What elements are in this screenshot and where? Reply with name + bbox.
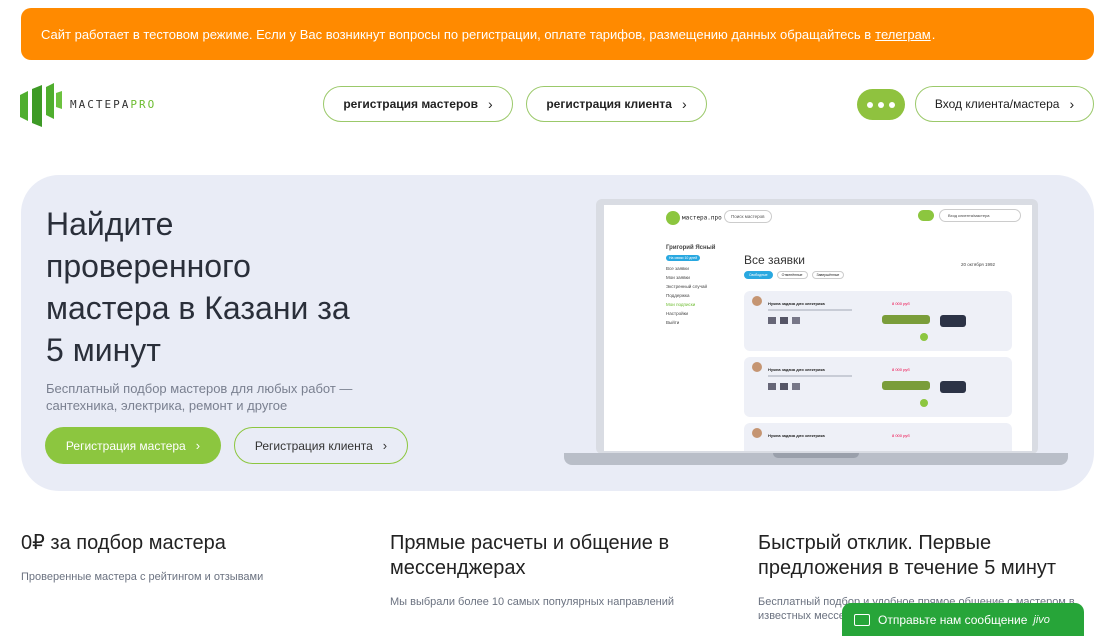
banner-text: Сайт работает в тестовом режиме. Если у … (41, 26, 872, 42)
mini-menu-item: Экстренный случай (666, 284, 708, 289)
mini-card-price: 8 000 руб (892, 433, 910, 438)
avatar (752, 362, 762, 372)
mail-icon (854, 613, 870, 626)
mini-card-price: 8 000 руб (892, 301, 910, 306)
hero-register-master-label: Регистрация мастера (65, 438, 186, 453)
mini-order-card: Нужна задача для электрика 8 000 руб (744, 357, 1012, 417)
laptop-notch (773, 453, 859, 458)
feature-direct-payments: Прямые расчеты и общение в мессенджерах … (390, 531, 710, 609)
hero-subtitle: Бесплатный подбор мастеров для любых раб… (46, 381, 353, 413)
dot-icon (878, 101, 884, 108)
chevron-right-icon: › (382, 438, 388, 453)
feature-free-selection: 0₽ за подбор мастера Проверенные мастера… (21, 531, 341, 584)
chat-label: Отправьте нам сообщение (878, 612, 1028, 627)
mini-dots-button (918, 210, 934, 221)
feature-title: Прямые расчеты и общение в мессенджерах (390, 532, 670, 579)
mini-tab: Свободные (744, 271, 773, 279)
dot-icon (889, 101, 895, 108)
mini-user-name: Григорий Ясный (666, 245, 716, 251)
laptop-screen: мастера.про Поиск мастеров Вход клиента/… (604, 205, 1032, 451)
chat-widget-button[interactable]: Отправьте нам сообщение jivo (842, 603, 1084, 636)
banner-period: . (931, 26, 936, 42)
hero-section: Найдите проверенного мастера в Казани за… (21, 175, 1094, 491)
mini-tab: Отменённые (776, 271, 808, 279)
avatar (752, 296, 762, 306)
mini-menu-item: Поддержка (666, 293, 690, 298)
chevron-right-icon: › (488, 96, 493, 112)
mini-order-card: Нужна задача для электрика 8 000 руб (744, 423, 1012, 451)
site-logo[interactable]: МАСТЕРАPRO (20, 81, 156, 127)
mini-card-price: 8 000 руб (892, 367, 910, 372)
menu-dots-button[interactable] (857, 89, 905, 120)
mini-menu-item: Мои заявки (666, 275, 690, 280)
jivo-logo: jivo (1033, 613, 1050, 626)
logo-text: МАСТЕРАPRO (70, 97, 157, 111)
feature-text: Мы выбрали более 10 самых популярных нап… (390, 596, 675, 608)
mini-card-title: Нужна задача для электрика (768, 301, 825, 306)
hero-register-client-button[interactable]: Регистрация клиента › (234, 427, 408, 464)
mini-card-title: Нужна задача для электрика (768, 433, 825, 438)
mini-order-card: Нужна задача для электрика 8 000 руб (744, 291, 1012, 351)
register-masters-button[interactable]: регистрация мастеров › (323, 86, 513, 122)
mini-page-title: Все заявки (744, 253, 806, 267)
mini-menu-item: Настройки (666, 311, 689, 316)
mini-logo: мастера.про (666, 211, 722, 225)
chevron-right-icon: › (195, 438, 201, 453)
logo-icon (20, 83, 62, 127)
mini-search: Поиск мастеров (724, 210, 772, 223)
mini-menu-item: Все заявки (666, 266, 689, 271)
chevron-right-icon: › (1069, 96, 1075, 112)
telegram-link[interactable]: телеграм (875, 27, 931, 42)
feature-title: Быстрый отклик. Первые предложения в теч… (758, 532, 1057, 579)
dot-icon (867, 101, 873, 108)
register-client-label: регистрация клиента (546, 97, 672, 111)
login-button[interactable]: Вход клиента/мастера › (915, 86, 1094, 122)
login-label: Вход клиента/мастера (934, 97, 1060, 111)
hero-title: Найдите проверенного мастера в Казани за… (46, 206, 350, 368)
feature-title: 0₽ за подбор мастера (21, 532, 226, 554)
avatar (752, 428, 762, 438)
test-mode-banner: Сайт работает в тестовом режиме. Если у … (21, 8, 1094, 60)
mini-tab: Завершённые (811, 271, 845, 279)
register-masters-label: регистрация мастеров (343, 97, 478, 111)
mini-menu-item: Выйти (666, 320, 680, 325)
mini-sidebar: Григорий Ясный На связи 10 дней Все заяв… (666, 245, 726, 327)
chevron-right-icon: › (681, 96, 687, 112)
mini-login: Вход клиента/мастера (939, 209, 1021, 222)
register-client-button[interactable]: регистрация клиента › (526, 86, 707, 122)
feature-text: Проверенные мастера с рейтингом и отзыва… (21, 571, 264, 583)
mini-menu-item: Мои подписки (666, 302, 696, 307)
mini-user-tag: На связи 10 дней (666, 255, 701, 261)
hero-register-master-button[interactable]: Регистрация мастера › (45, 427, 221, 464)
mini-date: 20 октября 1992 (961, 262, 996, 267)
hero-register-client-label: Регистрация клиента (254, 438, 373, 453)
laptop-mockup: мастера.про Поиск мастеров Вход клиента/… (564, 197, 1068, 467)
mini-tabs: Свободные Отменённые Завершённые (744, 271, 845, 279)
mini-card-title: Нужна задача для электрика (768, 367, 825, 372)
